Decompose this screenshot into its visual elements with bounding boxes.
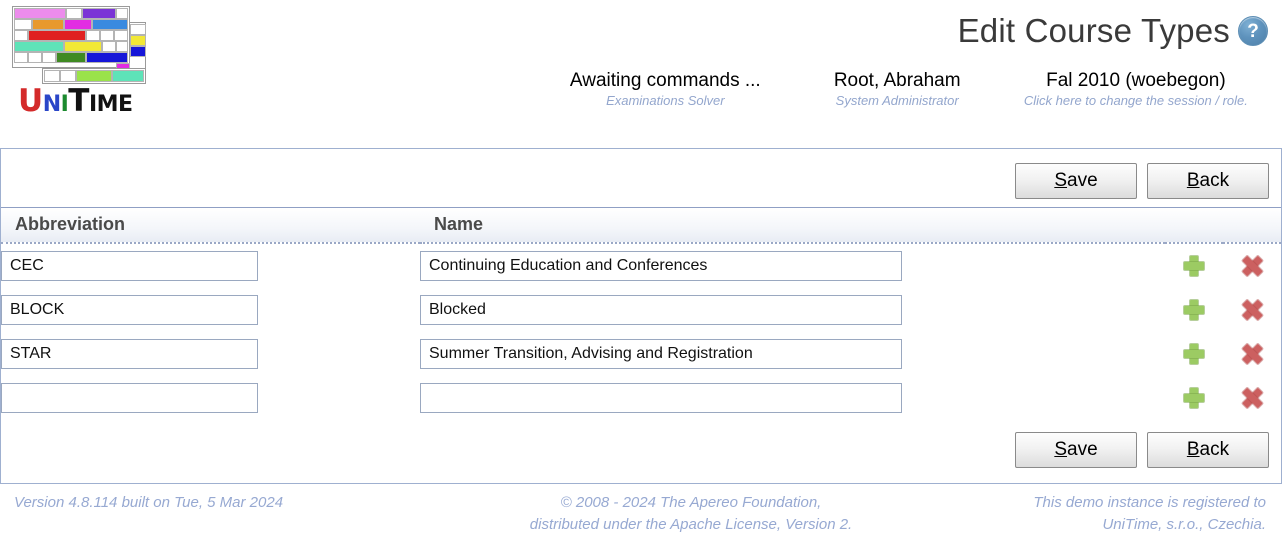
column-header-delete	[1223, 208, 1281, 244]
unitime-page: UNITIME Edit Course Types ? Awaiting com…	[0, 0, 1282, 546]
cell-add	[1165, 332, 1223, 376]
plus-icon[interactable]	[1183, 255, 1205, 277]
logo-letter-t: T	[68, 83, 89, 119]
delete-x-icon[interactable]	[1241, 387, 1263, 409]
abbreviation-input[interactable]	[1, 295, 258, 325]
footer-registration-line2: UniTime, s.r.o., Czechia.	[1102, 515, 1266, 533]
footer-copyright-line1: © 2008 - 2024 The Apereo Foundation,	[560, 494, 822, 511]
cell-delete	[1223, 288, 1281, 332]
cell-name	[420, 288, 1165, 332]
back-accel-bottom: B	[1186, 439, 1200, 460]
footer-version: Version 4.8.114 built on Tue, 5 Mar 2024	[14, 494, 284, 511]
name-input[interactable]	[420, 339, 902, 369]
status-solver-main: Awaiting commands ...	[569, 70, 761, 91]
table-row	[1, 288, 1281, 332]
cell-delete	[1223, 332, 1281, 376]
cell-delete	[1223, 376, 1281, 420]
table-row	[1, 376, 1281, 420]
table-body	[1, 243, 1281, 420]
cell-name	[420, 243, 1165, 288]
name-input[interactable]	[420, 383, 902, 413]
column-header-name: Name	[420, 208, 1165, 244]
footer-copyright: © 2008 - 2024 The Apereo Foundation, dis…	[430, 492, 952, 536]
back-button-bottom[interactable]: Back	[1147, 432, 1269, 468]
back-accel-top: B	[1186, 170, 1200, 191]
bottom-button-bar: Save Back	[1, 420, 1281, 478]
cell-add	[1165, 376, 1223, 420]
save-accel-top: S	[1054, 170, 1068, 191]
status-user: Root, Abraham System Administrator	[791, 70, 1004, 108]
status-session-name[interactable]: Fal 2010 (woebegon)	[1022, 70, 1250, 92]
delete-x-icon[interactable]	[1241, 343, 1263, 365]
cell-name	[420, 332, 1165, 376]
logo-letters-ime: IME	[88, 92, 133, 117]
delete-x-icon[interactable]	[1241, 255, 1263, 277]
cell-abbreviation	[1, 376, 420, 420]
abbreviation-input[interactable]	[1, 251, 258, 281]
save-rest-bottom: ave	[1067, 439, 1098, 460]
status-solver: Awaiting commands ... Examinations Solve…	[540, 70, 791, 108]
title-row: Edit Course Types ?	[958, 12, 1268, 50]
cell-add	[1165, 243, 1223, 288]
logo-letter-u: U	[18, 83, 43, 119]
table-header-row: Abbreviation Name	[1, 208, 1281, 244]
footer-copyright-line2: distributed under the Apache License, Ve…	[529, 515, 853, 533]
footer-registration-line1: This demo instance is registered to	[1033, 494, 1266, 511]
top-button-bar: Save Back	[1, 149, 1281, 207]
status-user-name: Root, Abraham	[833, 70, 961, 91]
cell-add	[1165, 288, 1223, 332]
table-head: Abbreviation Name	[1, 208, 1281, 244]
unitime-wordmark: UNITIME	[18, 86, 133, 117]
status-session-hint[interactable]: Click here to change the session / role.	[1022, 93, 1250, 109]
status-bar: Awaiting commands ... Examinations Solve…	[540, 70, 1268, 108]
back-button-top[interactable]: Back	[1147, 163, 1269, 199]
status-solver-sub: Examinations Solver	[606, 92, 725, 108]
cell-abbreviation	[1, 243, 420, 288]
back-rest-top: ack	[1199, 170, 1230, 191]
cell-name	[420, 376, 1165, 420]
save-rest-top: ave	[1067, 170, 1098, 191]
table-row	[1, 332, 1281, 376]
help-question-icon[interactable]: ?	[1238, 16, 1268, 46]
page-footer: Version 4.8.114 built on Tue, 5 Mar 2024…	[0, 486, 1282, 546]
cell-abbreviation	[1, 332, 420, 376]
status-session[interactable]: Fal 2010 (woebegon) Click here to change…	[1004, 70, 1268, 108]
page-header: UNITIME Edit Course Types ? Awaiting com…	[0, 0, 1282, 148]
plus-icon[interactable]	[1183, 343, 1205, 365]
page-title: Edit Course Types	[957, 12, 1230, 49]
abbreviation-input[interactable]	[1, 383, 258, 413]
course-types-table: Abbreviation Name	[1, 208, 1281, 420]
column-header-add	[1165, 208, 1223, 244]
save-accel-bottom: S	[1054, 439, 1068, 460]
save-button-bottom[interactable]: Save	[1015, 432, 1137, 468]
back-rest-bottom: ack	[1199, 439, 1230, 460]
cell-abbreviation	[1, 288, 420, 332]
logo-letter-n: N	[42, 92, 61, 117]
delete-x-icon[interactable]	[1241, 299, 1263, 321]
content-panel: Save Back Abbreviation Name CEC Continui…	[0, 148, 1282, 484]
status-user-role: System Administrator	[835, 92, 959, 108]
column-header-abbreviation: Abbreviation	[1, 208, 420, 244]
plus-icon[interactable]	[1183, 299, 1205, 321]
footer-registration: This demo instance is registered to UniT…	[952, 492, 1282, 536]
unitime-logo[interactable]: UNITIME	[12, 6, 162, 138]
name-input[interactable]	[420, 295, 902, 325]
plus-icon[interactable]	[1183, 387, 1205, 409]
name-input[interactable]	[420, 251, 902, 281]
logo-grid-graphic	[12, 6, 146, 84]
save-button-top[interactable]: Save	[1015, 163, 1137, 199]
table-row	[1, 243, 1281, 288]
cell-delete	[1223, 243, 1281, 288]
abbreviation-input[interactable]	[1, 339, 258, 369]
